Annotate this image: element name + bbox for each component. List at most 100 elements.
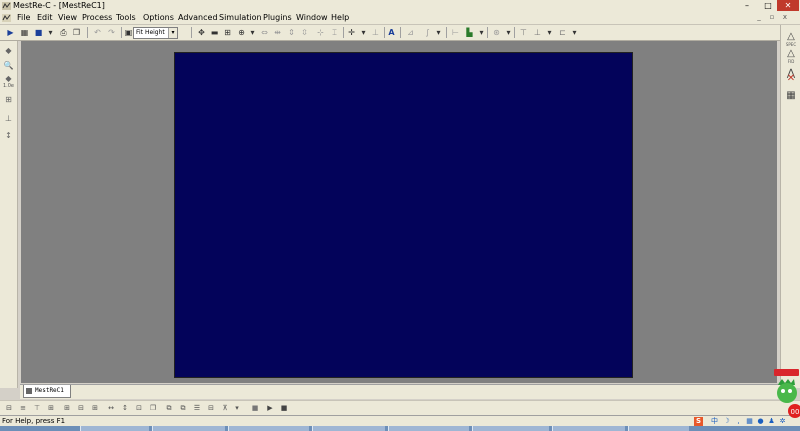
half-width-icon[interactable]: ☽	[722, 417, 731, 426]
tile-horizontal-icon[interactable]: ⊟	[76, 403, 86, 413]
zoom-dropdown-icon[interactable]: ▾	[247, 27, 258, 38]
stop-playback-icon[interactable]: ■	[279, 403, 289, 413]
baseline-icon[interactable]: ⊢	[450, 27, 461, 38]
new-spectrum-icon[interactable]: ▶	[5, 27, 16, 38]
mdi-minimize-button[interactable]: _	[754, 13, 764, 22]
bring-forward-icon[interactable]: ⧉	[164, 403, 174, 413]
new-window-icon[interactable]: ❐	[148, 403, 158, 413]
menu-file[interactable]: File	[17, 13, 30, 22]
overlay-dropdown-icon[interactable]: ▾	[569, 27, 580, 38]
window-close-button[interactable]: ✕	[777, 0, 799, 11]
text-annotation-icon[interactable]: A	[386, 27, 397, 38]
zoom-window-icon[interactable]: ⊞	[222, 27, 233, 38]
taskbar-button[interactable]	[228, 426, 309, 431]
redo-icon[interactable]: ↷	[106, 27, 117, 38]
cursor-dropdown-icon[interactable]: ▾	[358, 27, 369, 38]
menu-help[interactable]: Help	[331, 13, 349, 22]
cross-cursor-icon[interactable]: ✛	[346, 27, 357, 38]
crosshair-icon[interactable]: ⊹	[315, 27, 326, 38]
taskbar-button[interactable]	[312, 426, 385, 431]
menu-simulation[interactable]: Simulation	[219, 13, 262, 22]
document-tab[interactable]: MestReC1	[23, 385, 71, 398]
tile-icon[interactable]: ⊞	[62, 403, 72, 413]
punctuation-icon[interactable]: ,	[734, 417, 743, 426]
zoom-select[interactable]: Fit Height ▾	[133, 27, 178, 39]
tools-icon[interactable]: ✕	[784, 72, 798, 85]
undo-icon[interactable]: ↶	[92, 27, 103, 38]
phase-dropdown-icon[interactable]: ▾	[503, 27, 514, 38]
menu-view[interactable]: View	[58, 13, 77, 22]
grid-icon[interactable]: ⊟	[4, 403, 14, 413]
fit-all-icon[interactable]: ⊡	[134, 403, 144, 413]
menu-advanced[interactable]: Advanced	[178, 13, 218, 22]
stack-dropdown-icon[interactable]: ▾	[544, 27, 555, 38]
integral-dropdown-icon[interactable]: ▾	[433, 27, 444, 38]
send-back-icon[interactable]: ⧉	[178, 403, 188, 413]
color-spectrum-icon[interactable]: ▙	[464, 27, 475, 38]
shrink-vertical-icon[interactable]: ⇳	[299, 27, 310, 38]
align-icon[interactable]: ⊤	[32, 403, 42, 413]
distribute-icon[interactable]: ⊞	[46, 403, 56, 413]
window-maximize-button[interactable]: □	[757, 0, 779, 11]
properties-icon[interactable]: ⊟	[206, 403, 216, 413]
integral-icon[interactable]: ∫	[422, 27, 433, 38]
cut-icon[interactable]: ⊥	[2, 113, 15, 124]
stack-icon[interactable]: ⊥	[532, 27, 543, 38]
copy-icon[interactable]: ❐	[71, 27, 82, 38]
menu-process[interactable]: Process	[82, 13, 112, 22]
user-icon[interactable]: ●	[756, 417, 765, 426]
keyboard-icon[interactable]: ▦	[745, 417, 754, 426]
stop-icon[interactable]: ■	[250, 403, 260, 413]
arrange-dropdown-icon[interactable]: ▾	[232, 403, 242, 413]
multiplet-icon[interactable]: ⊿	[405, 27, 416, 38]
phase-icon[interactable]: ⊛	[491, 27, 502, 38]
peak-pick-icon[interactable]: ⊥	[370, 27, 381, 38]
save-dropdown-icon[interactable]: ▾	[45, 27, 56, 38]
integrate-icon[interactable]: ⊞	[2, 94, 15, 105]
taskbar-button[interactable]	[388, 426, 469, 431]
menu-edit[interactable]: Edit	[37, 13, 53, 22]
fit-width-icon[interactable]: ↔	[106, 403, 116, 413]
arrange-icon[interactable]: ⊼	[220, 403, 230, 413]
pan-icon[interactable]: ✥	[196, 27, 207, 38]
zoom-icon[interactable]: 🔍	[2, 60, 15, 71]
menu-tools[interactable]: Tools	[116, 13, 136, 22]
save-icon[interactable]: ■	[33, 27, 44, 38]
shrink-horizontal-icon[interactable]: ⇹	[272, 27, 283, 38]
taskbar-button[interactable]	[152, 426, 225, 431]
menu-window[interactable]: Window	[296, 13, 328, 22]
layers-icon[interactable]: ☰	[192, 403, 202, 413]
spectrum-plot-area[interactable]	[174, 52, 633, 378]
list-icon[interactable]: ≡	[18, 403, 28, 413]
taskbar-button[interactable]	[472, 426, 549, 431]
zoom-out-icon[interactable]: ▬	[209, 27, 220, 38]
expand-horizontal-icon[interactable]: ⇔	[259, 27, 270, 38]
expand-vertical-icon[interactable]: ⇕	[286, 27, 297, 38]
taskbar-button[interactable]	[80, 426, 149, 431]
play-icon[interactable]: ▶	[265, 403, 275, 413]
cursor-icon[interactable]: ◆	[2, 45, 15, 56]
menu-plugins[interactable]: Plugins	[263, 13, 292, 22]
taskbar-button[interactable]	[552, 426, 625, 431]
taskbar-button[interactable]	[628, 426, 689, 431]
phase-icon[interactable]: ↕	[2, 130, 15, 141]
color-dropdown-icon[interactable]: ▾	[476, 27, 487, 38]
open-fid-icon[interactable]: ▦	[19, 27, 30, 38]
fit-height-icon[interactable]: ↕	[120, 403, 130, 413]
mdi-close-button[interactable]: x	[780, 13, 790, 22]
document-icon[interactable]	[2, 14, 11, 22]
tile-vertical-icon[interactable]: ⊞	[90, 403, 100, 413]
chevron-down-icon[interactable]: ▾	[168, 28, 177, 38]
zoom-icon[interactable]: ⊕	[236, 27, 247, 38]
ime-logo-icon[interactable]: S	[694, 417, 703, 426]
mdi-restore-button[interactable]: ▫	[767, 13, 777, 22]
cursor-measure-icon[interactable]: ⌶	[329, 27, 340, 38]
ime-language-label[interactable]: 中	[710, 417, 719, 426]
menu-options[interactable]: Options	[143, 13, 174, 22]
table-icon[interactable]: ▦	[784, 89, 798, 102]
print-icon[interactable]: ⎙	[58, 27, 69, 38]
window-minimize-button[interactable]: –	[736, 0, 758, 11]
mascot-widget-icon[interactable]: 00	[773, 367, 800, 419]
overlay-icon[interactable]: ⊏	[557, 27, 568, 38]
align-top-icon[interactable]: ⊤	[518, 27, 529, 38]
